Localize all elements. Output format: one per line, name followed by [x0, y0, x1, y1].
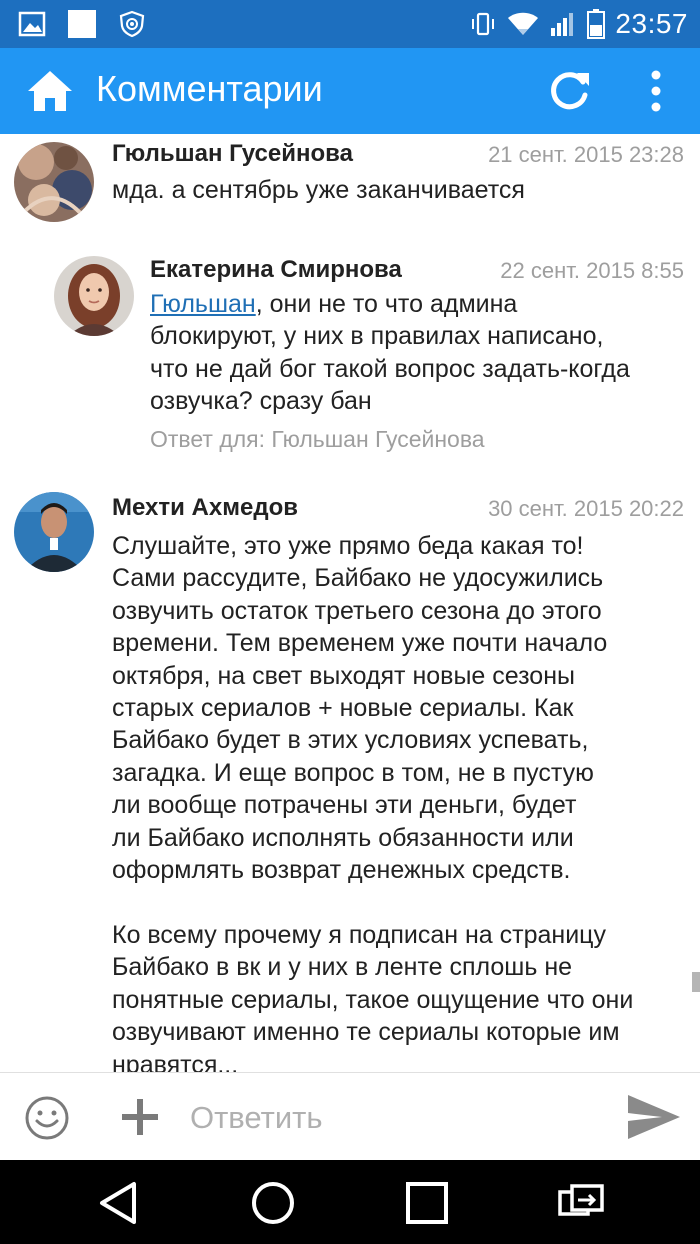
- plus-icon[interactable]: [120, 1097, 160, 1137]
- gallery-icon: [18, 11, 46, 37]
- comment-item[interactable]: Екатерина Смирнова 22 сент. 2015 8:55 Гю…: [0, 246, 700, 476]
- comment-author[interactable]: Гюльшан Гусейнова: [112, 140, 353, 168]
- comment-item[interactable]: Гюльшан Гусейнова 21 сент. 2015 23:28 мд…: [0, 134, 700, 244]
- comment-text: Слушайте, это уже прямо беда какая то! С…: [112, 532, 634, 1072]
- home-icon[interactable]: [26, 68, 74, 114]
- comment-time: 21 сент. 2015 23:28: [488, 142, 684, 167]
- recents-icon[interactable]: [402, 1178, 452, 1228]
- comment-time: 22 сент. 2015 8:55: [500, 258, 684, 283]
- reply-to-label[interactable]: Ответ для: Гюльшан Гусейнова: [150, 426, 485, 453]
- comment-time: 30 сент. 2015 20:22: [488, 496, 684, 521]
- comment-author[interactable]: Екатерина Смирнова: [150, 256, 402, 284]
- comment-item[interactable]: Мехти Ахмедов 30 сент. 2015 20:22 Слушай…: [0, 484, 700, 1072]
- shield-lion-icon: [119, 10, 145, 38]
- refresh-icon[interactable]: [546, 68, 592, 114]
- back-icon[interactable]: [94, 1178, 144, 1228]
- signal-icon: [551, 13, 574, 36]
- vibrate-icon: [472, 12, 495, 36]
- status-bar: 23:57: [0, 0, 700, 48]
- page-title: Комментарии: [96, 68, 323, 109]
- comments-list[interactable]: Гюльшан Гусейнова 21 сент. 2015 23:28 мд…: [0, 134, 700, 1072]
- mention-link[interactable]: Гюльшан: [150, 290, 256, 318]
- wifi-icon: [508, 12, 539, 35]
- comment-text: Гюльшан, они не то что админа блокируют,…: [150, 288, 690, 418]
- home-circle-icon[interactable]: [248, 1178, 298, 1228]
- reply-input[interactable]: [188, 1091, 602, 1145]
- status-bar-right: 23:57: [469, 8, 688, 40]
- send-icon[interactable]: [626, 1091, 682, 1143]
- reply-bar: [0, 1072, 700, 1161]
- blank-notification-icon: [68, 10, 96, 38]
- scrollbar-thumb[interactable]: [692, 972, 700, 992]
- emoji-icon[interactable]: [24, 1095, 70, 1141]
- avatar[interactable]: [14, 142, 94, 222]
- status-time: 23:57: [615, 8, 688, 39]
- status-bar-left: [18, 10, 146, 38]
- navigation-bar: [0, 1160, 700, 1244]
- avatar[interactable]: [54, 256, 134, 336]
- switch-apps-icon[interactable]: [556, 1178, 606, 1228]
- comment-author[interactable]: Мехти Ахмедов: [112, 494, 298, 522]
- battery-icon: [587, 9, 606, 39]
- app-bar: Комментарии: [0, 48, 700, 134]
- more-vert-icon[interactable]: [640, 68, 672, 114]
- avatar[interactable]: [14, 492, 94, 572]
- comment-text: мда. а сентябрь уже заканчивается: [112, 176, 525, 204]
